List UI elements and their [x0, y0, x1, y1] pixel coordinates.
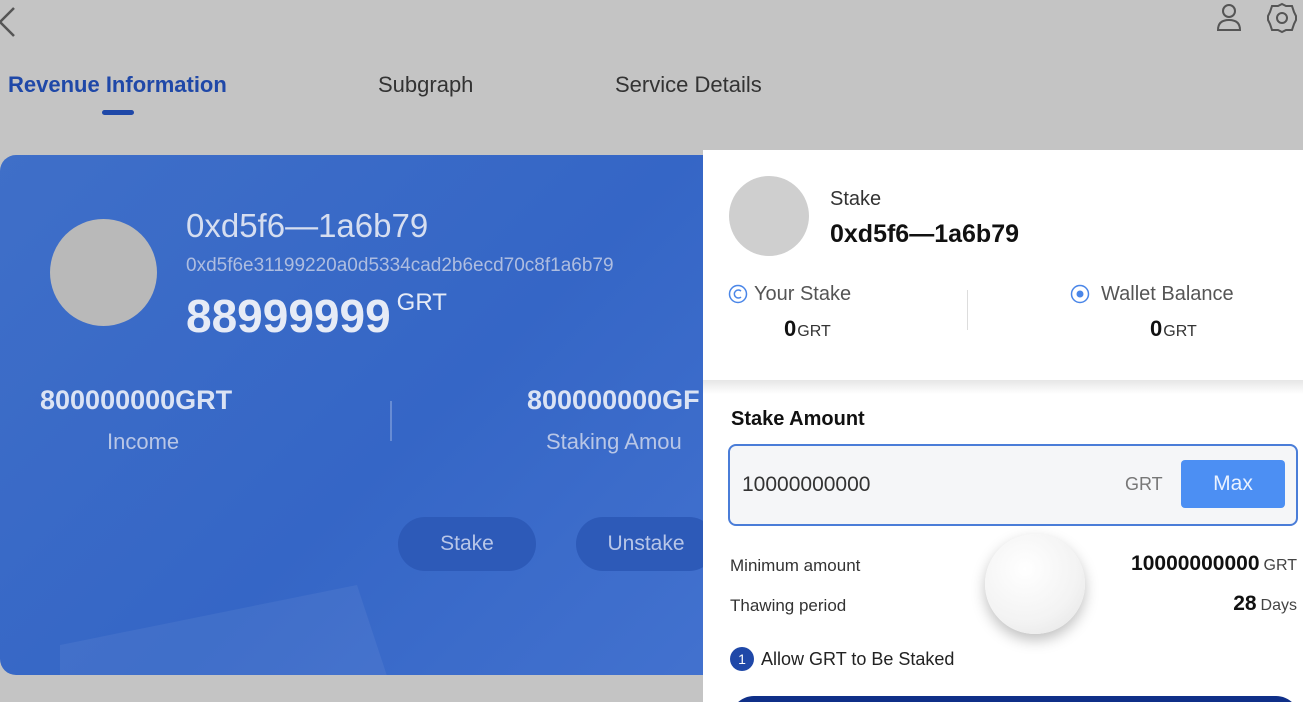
staking-amount-value: 800000000GF — [527, 385, 700, 415]
indexer-name: 0xd5f6—1a6b79 — [186, 207, 429, 244]
indexer-balance-unit: GRT — [396, 289, 447, 316]
unstake-button[interactable]: Unstake — [576, 517, 716, 571]
minimum-amount-unit: GRT — [1263, 557, 1297, 574]
panel-stat-divider — [967, 290, 968, 330]
step-allow-grt-text: Allow GRT to Be Staked — [761, 649, 955, 669]
indexer-card: 0xd5f6—1a6b79 0xd5f6e31199220a0d5334cad2… — [0, 155, 730, 675]
chevron-left-icon[interactable] — [0, 4, 24, 40]
your-stake-amount: 0 — [784, 316, 797, 341]
section-separator — [703, 380, 1303, 394]
your-stake-value: 0GRT — [784, 316, 831, 342]
minimum-amount-label: Minimum amount — [730, 556, 861, 575]
wallet-balance-unit: GRT — [1163, 323, 1197, 340]
stake-panel-label: Stake — [830, 188, 882, 210]
approve-button[interactable] — [730, 696, 1300, 702]
stake-panel: Stake 0xd5f6—1a6b79 Your Stake 0GRT Wall… — [703, 150, 1303, 702]
indexer-balance: 88999999 GRT — [186, 289, 447, 343]
tab-bar: Revenue Information Subgraph Service Det… — [0, 62, 900, 122]
stake-target-name: 0xd5f6—1a6b79 — [830, 220, 1020, 248]
card-decoration — [60, 585, 390, 675]
step-number-badge: 1 — [730, 647, 754, 671]
stake-amount-title: Stake Amount — [731, 408, 865, 430]
tab-revenue-information[interactable]: Revenue Information — [8, 72, 227, 98]
wallet-balance-value: 0GRT — [1150, 316, 1197, 342]
top-bar — [0, 0, 1303, 50]
indexer-address: 0xd5f6e31199220a0d5334cad2b6ecd70c8f1a6b… — [186, 255, 614, 276]
stake-amount-field: GRT Max — [728, 444, 1298, 526]
income-value: 800000000GRT — [40, 385, 233, 415]
minimum-amount-number: 10000000000 — [1131, 552, 1260, 575]
tab-subgraph[interactable]: Subgraph — [378, 72, 473, 98]
indexer-balance-value: 88999999 — [186, 290, 391, 342]
wallet-balance-amount: 0 — [1150, 316, 1163, 341]
gear-icon[interactable] — [1266, 2, 1298, 34]
staking-amount-label: Staking Amou — [546, 429, 682, 454]
stake-amount-unit: GRT — [1125, 474, 1163, 494]
stake-target-avatar — [729, 176, 809, 256]
max-button[interactable]: Max — [1181, 460, 1285, 508]
user-icon[interactable] — [1214, 2, 1244, 32]
thawing-period-unit: Days — [1260, 597, 1297, 614]
your-stake-unit: GRT — [797, 323, 831, 340]
stake-amount-input[interactable] — [742, 468, 1102, 502]
thawing-period-label: Thawing period — [730, 596, 847, 615]
wallet-balance-icon — [1070, 284, 1090, 304]
indexer-avatar — [50, 219, 157, 326]
thawing-period-number: 28 — [1233, 592, 1257, 615]
income-label: Income — [107, 429, 180, 454]
active-tab-indicator — [102, 110, 134, 115]
stake-button[interactable]: Stake — [398, 517, 536, 571]
your-stake-label: Your Stake — [754, 283, 852, 305]
stat-divider — [390, 401, 392, 441]
minimum-amount-value: 10000000000 GRT — [1131, 552, 1297, 576]
tab-service-details[interactable]: Service Details — [615, 72, 762, 98]
thawing-period-value: 28 Days — [1233, 592, 1297, 616]
wallet-balance-label: Wallet Balance — [1101, 283, 1234, 305]
assistive-touch-button[interactable] — [985, 534, 1085, 634]
your-stake-icon — [728, 284, 748, 304]
